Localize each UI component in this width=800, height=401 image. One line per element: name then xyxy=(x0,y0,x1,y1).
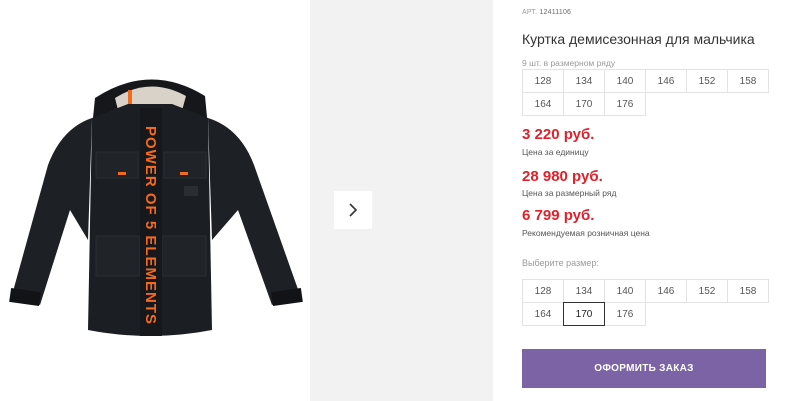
retail-price-label: Рекомендуемая розничная цена xyxy=(522,228,650,238)
pack-size-cell: 152 xyxy=(686,69,728,93)
size-option-selected[interactable]: 170 xyxy=(563,302,605,326)
size-option[interactable]: 134 xyxy=(563,279,605,303)
jacket-illustration: POWER OF 5 ELEMENTS xyxy=(9,79,303,336)
unit-price: 3 220 руб. xyxy=(522,126,595,143)
pack-size-cell: 158 xyxy=(727,69,769,93)
article-line: АРТ. 12411106 xyxy=(522,9,571,16)
size-option[interactable]: 176 xyxy=(604,302,646,326)
jacket-print-text: POWER OF 5 ELEMENTS xyxy=(142,126,159,325)
size-select-label: Выберите размер: xyxy=(522,258,599,268)
pack-size-cell: 128 xyxy=(522,69,564,93)
pack-price: 28 980 руб. xyxy=(522,168,603,185)
article-label: АРТ. xyxy=(522,9,538,16)
size-select-grid: 128 134 140 146 152 158 164 170 176 xyxy=(522,279,769,326)
size-option[interactable]: 164 xyxy=(522,302,564,326)
size-option[interactable]: 158 xyxy=(727,279,769,303)
product-image[interactable]: POWER OF 5 ELEMENTS xyxy=(0,0,310,401)
size-option[interactable]: 152 xyxy=(686,279,728,303)
size-option[interactable]: 140 xyxy=(604,279,646,303)
pack-price-label: Цена за размерный ряд xyxy=(522,188,617,198)
pack-size-cell: 164 xyxy=(522,92,564,116)
pack-size-cell: 146 xyxy=(645,69,687,93)
pack-size-cell: 176 xyxy=(604,92,646,116)
pack-size-cell: 134 xyxy=(563,69,605,93)
next-image-button[interactable] xyxy=(334,191,372,229)
product-gallery: POWER OF 5 ELEMENTS xyxy=(0,0,493,401)
size-option[interactable]: 128 xyxy=(522,279,564,303)
unit-price-label: Цена за единицу xyxy=(522,147,589,157)
size-option[interactable]: 146 xyxy=(645,279,687,303)
pack-size-cell: 170 xyxy=(563,92,605,116)
product-details: АРТ. 12411106 Куртка демисезонная для ма… xyxy=(522,0,792,401)
order-button[interactable]: ОФОРМИТЬ ЗАКАЗ xyxy=(522,349,766,388)
chevron-right-icon xyxy=(349,203,358,217)
pack-note: 9 шт. в размерном ряду xyxy=(522,58,616,68)
retail-price: 6 799 руб. xyxy=(522,207,595,224)
pack-size-grid: 128 134 140 146 152 158 164 170 176 xyxy=(522,69,769,116)
product-title: Куртка демисезонная для мальчика xyxy=(522,31,755,47)
article-number: 12411106 xyxy=(539,9,572,16)
pack-size-cell: 140 xyxy=(604,69,646,93)
